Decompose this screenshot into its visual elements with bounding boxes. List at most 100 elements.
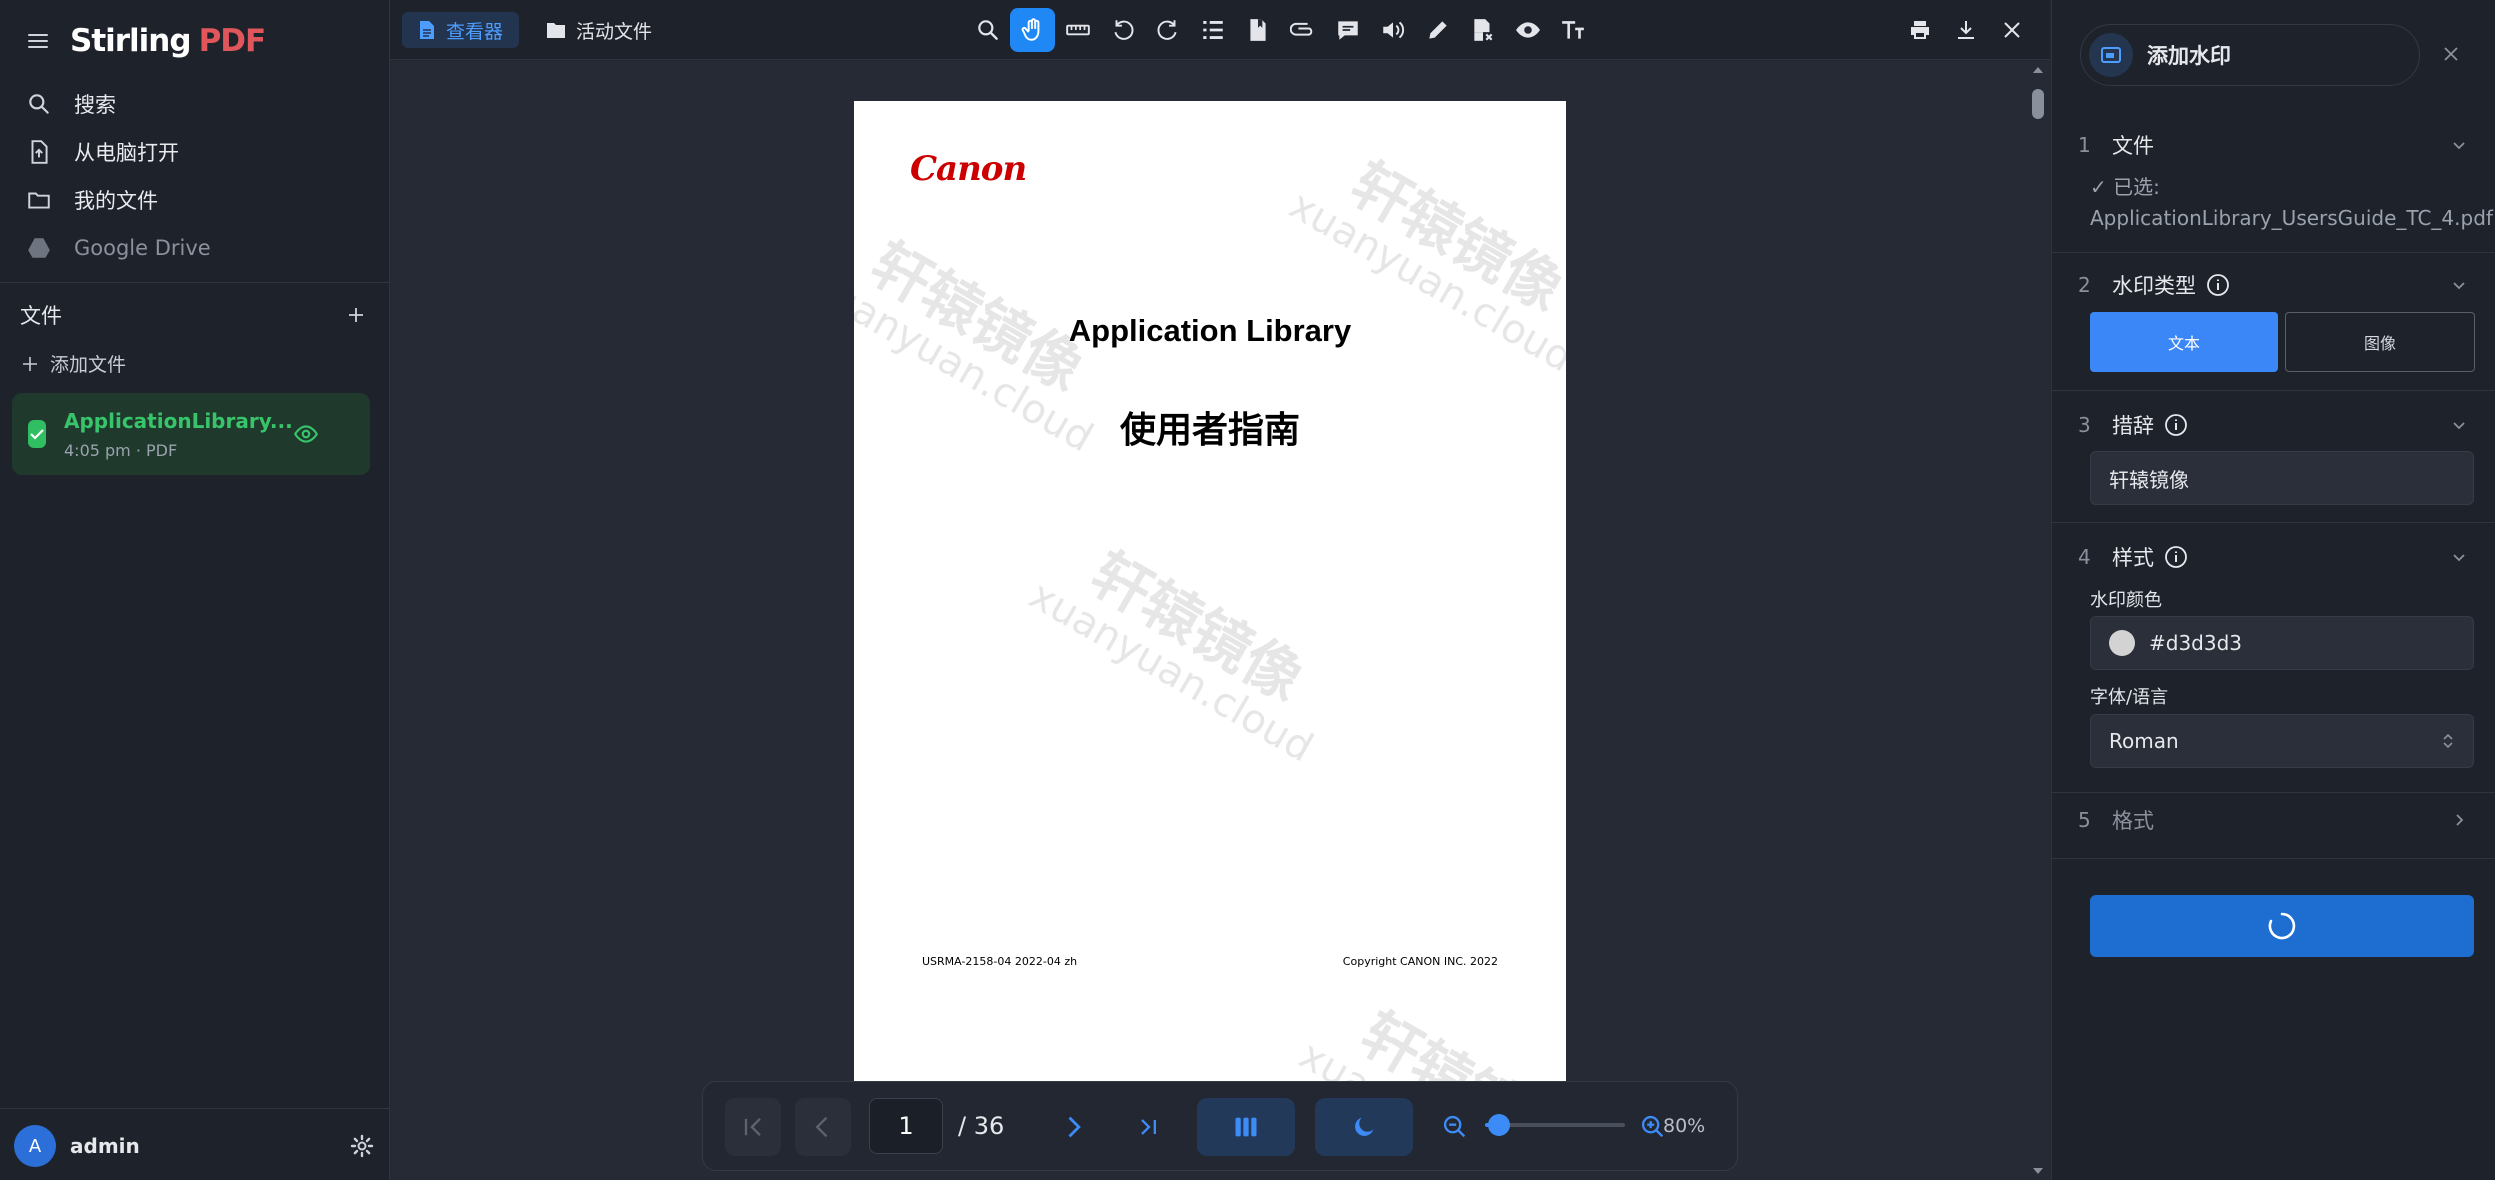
eye-icon[interactable] — [293, 421, 319, 447]
scroll-down-icon[interactable] — [2026, 1164, 2050, 1180]
apply-watermark-button[interactable] — [2090, 895, 2474, 957]
scroll-thumb[interactable] — [2032, 89, 2044, 119]
type-image-button[interactable]: 图像 — [2285, 312, 2475, 372]
color-label: 水印颜色 — [2090, 590, 2162, 611]
page-number-input[interactable]: 1 — [869, 1098, 943, 1154]
view-button[interactable] — [1505, 8, 1550, 52]
color-picker-input[interactable]: #d3d3d3 — [2090, 616, 2474, 670]
type-text-button[interactable]: 文本 — [2090, 312, 2278, 372]
search-tool-button[interactable] — [965, 8, 1010, 52]
chevron-left-icon — [809, 1113, 837, 1141]
watermark-icon — [2089, 33, 2133, 77]
select-arrows-icon — [2441, 731, 2455, 751]
pan-tool-button[interactable] — [1010, 8, 1055, 52]
zoom-slider-knob[interactable] — [1488, 1114, 1510, 1136]
text-size-button[interactable] — [1550, 8, 1595, 52]
comment-button[interactable] — [1325, 8, 1370, 52]
logo-row: Stirling PDF — [26, 18, 266, 64]
step-label: 格式 — [2112, 809, 2154, 833]
document-copyright: Copyright CANON INC. 2022 — [1342, 955, 1498, 968]
chevron-down-icon — [2450, 136, 2468, 154]
plus-icon — [22, 356, 38, 372]
attachment-button[interactable] — [1280, 8, 1325, 52]
list-icon — [1200, 17, 1226, 43]
text-size-icon — [1560, 17, 1586, 43]
menu-icon[interactable] — [26, 29, 50, 53]
rotate-left-button[interactable] — [1100, 8, 1145, 52]
zoom-out-button[interactable] — [1435, 1098, 1475, 1156]
step-label: 文件 — [2112, 134, 2154, 158]
bookmark-button[interactable] — [1235, 8, 1280, 52]
add-file-button[interactable]: 添加文件 — [22, 350, 126, 377]
paperclip-icon — [1289, 17, 1316, 43]
sidebar-divider — [0, 1108, 390, 1109]
close-icon[interactable] — [2000, 18, 2024, 42]
step-wording[interactable]: 3 措辞 — [2078, 408, 2468, 442]
file-card[interactable]: ApplicationLibrary... 4:05 pm · PDF — [12, 393, 370, 475]
tab-label: 活动文件 — [576, 20, 653, 43]
nav-item-search[interactable]: 搜索 — [26, 80, 376, 128]
redact-button[interactable] — [1460, 8, 1505, 52]
panel-title: 添加水印 — [2147, 44, 2231, 68]
gear-icon[interactable] — [350, 1134, 374, 1158]
close-icon[interactable] — [2441, 44, 2461, 64]
print-icon[interactable] — [1908, 18, 1932, 42]
step-file[interactable]: 1 文件 — [2078, 128, 2468, 162]
user-row: A admin — [14, 1124, 374, 1168]
download-icon[interactable] — [1954, 18, 1978, 42]
read-aloud-button[interactable] — [1370, 8, 1415, 52]
zoom-slider[interactable] — [1485, 1114, 1625, 1136]
file-remove-icon — [1470, 17, 1496, 43]
font-select[interactable]: Roman — [2090, 714, 2474, 768]
tab-active-files[interactable]: 活动文件 — [530, 12, 668, 48]
pen-icon — [1425, 17, 1451, 43]
info-icon[interactable] — [2164, 413, 2188, 437]
step-label: 样式 — [2112, 542, 2450, 572]
pan-hand-icon — [1020, 17, 1046, 43]
first-page-icon — [739, 1113, 767, 1141]
outline-button[interactable] — [1190, 8, 1235, 52]
nav-item-open-from-computer[interactable]: 从电脑打开 — [26, 128, 376, 176]
search-icon — [26, 91, 52, 117]
first-page-button[interactable] — [725, 1098, 781, 1156]
dark-mode-button[interactable] — [1315, 1098, 1413, 1156]
scroll-up-icon[interactable] — [2026, 61, 2050, 77]
previous-page-button[interactable] — [795, 1098, 851, 1156]
pdf-page: Canon Application Library 使用者指南 USRMA-21… — [854, 101, 1566, 1101]
nav-item-google-drive[interactable]: Google Drive — [26, 224, 376, 272]
folder-icon — [26, 187, 52, 213]
info-icon[interactable] — [2164, 545, 2188, 569]
font-label: 字体/语言 — [2090, 687, 2169, 708]
info-icon[interactable] — [2206, 273, 2230, 297]
panel-header: 添加水印 — [2080, 24, 2420, 86]
nav-item-label: 从电脑打开 — [74, 141, 179, 165]
last-page-button[interactable] — [1121, 1098, 1177, 1156]
zoom-level: 80% — [1663, 1115, 1706, 1137]
folder-icon — [546, 21, 566, 39]
plus-icon[interactable] — [347, 306, 365, 324]
speaker-icon — [1380, 17, 1406, 43]
document-viewer[interactable]: Canon Application Library 使用者指南 USRMA-21… — [390, 61, 2050, 1180]
watermark-text-input[interactable]: 轩辕镜像 — [2090, 451, 2474, 505]
draw-button[interactable] — [1415, 8, 1460, 52]
next-page-button[interactable] — [1045, 1098, 1101, 1156]
add-file-label: 添加文件 — [50, 354, 127, 376]
document-icon — [418, 20, 436, 40]
tab-viewer[interactable]: 查看器 — [402, 12, 520, 48]
avatar[interactable]: A — [14, 1125, 56, 1167]
top-toolbar: 查看器 活动文件 — [390, 0, 2050, 60]
tab-label: 查看器 — [446, 20, 504, 43]
step-number: 5 — [2078, 808, 2091, 832]
left-sidebar: Stirling PDF 搜索 从电脑打开 我的文件 Google Drive 文… — [0, 0, 390, 1180]
step-style[interactable]: 4 样式 — [2078, 540, 2468, 574]
vertical-scrollbar[interactable] — [2026, 61, 2050, 1180]
measure-tool-button[interactable] — [1055, 8, 1100, 52]
document-code: USRMA-2158-04 2022-04 zh — [922, 955, 1078, 968]
checkbox-checked-icon[interactable] — [28, 420, 46, 448]
rotate-right-button[interactable] — [1145, 8, 1190, 52]
dual-page-button[interactable] — [1197, 1098, 1295, 1156]
color-swatch[interactable] — [2109, 630, 2135, 656]
step-format[interactable]: 5 格式 — [2078, 803, 2468, 837]
step-watermark-type[interactable]: 2 水印类型 — [2078, 268, 2468, 302]
nav-item-my-files[interactable]: 我的文件 — [26, 176, 376, 224]
